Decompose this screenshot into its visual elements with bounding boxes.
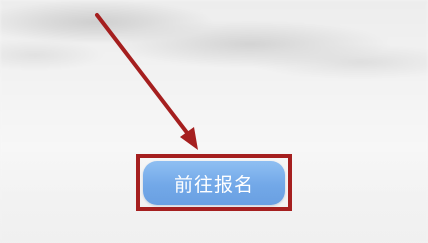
arrow-head-icon	[180, 127, 198, 150]
screenshot-stage: 前往报名	[0, 0, 428, 243]
go-register-button[interactable]: 前往报名	[143, 161, 285, 205]
arrow-shaft	[95, 13, 190, 136]
